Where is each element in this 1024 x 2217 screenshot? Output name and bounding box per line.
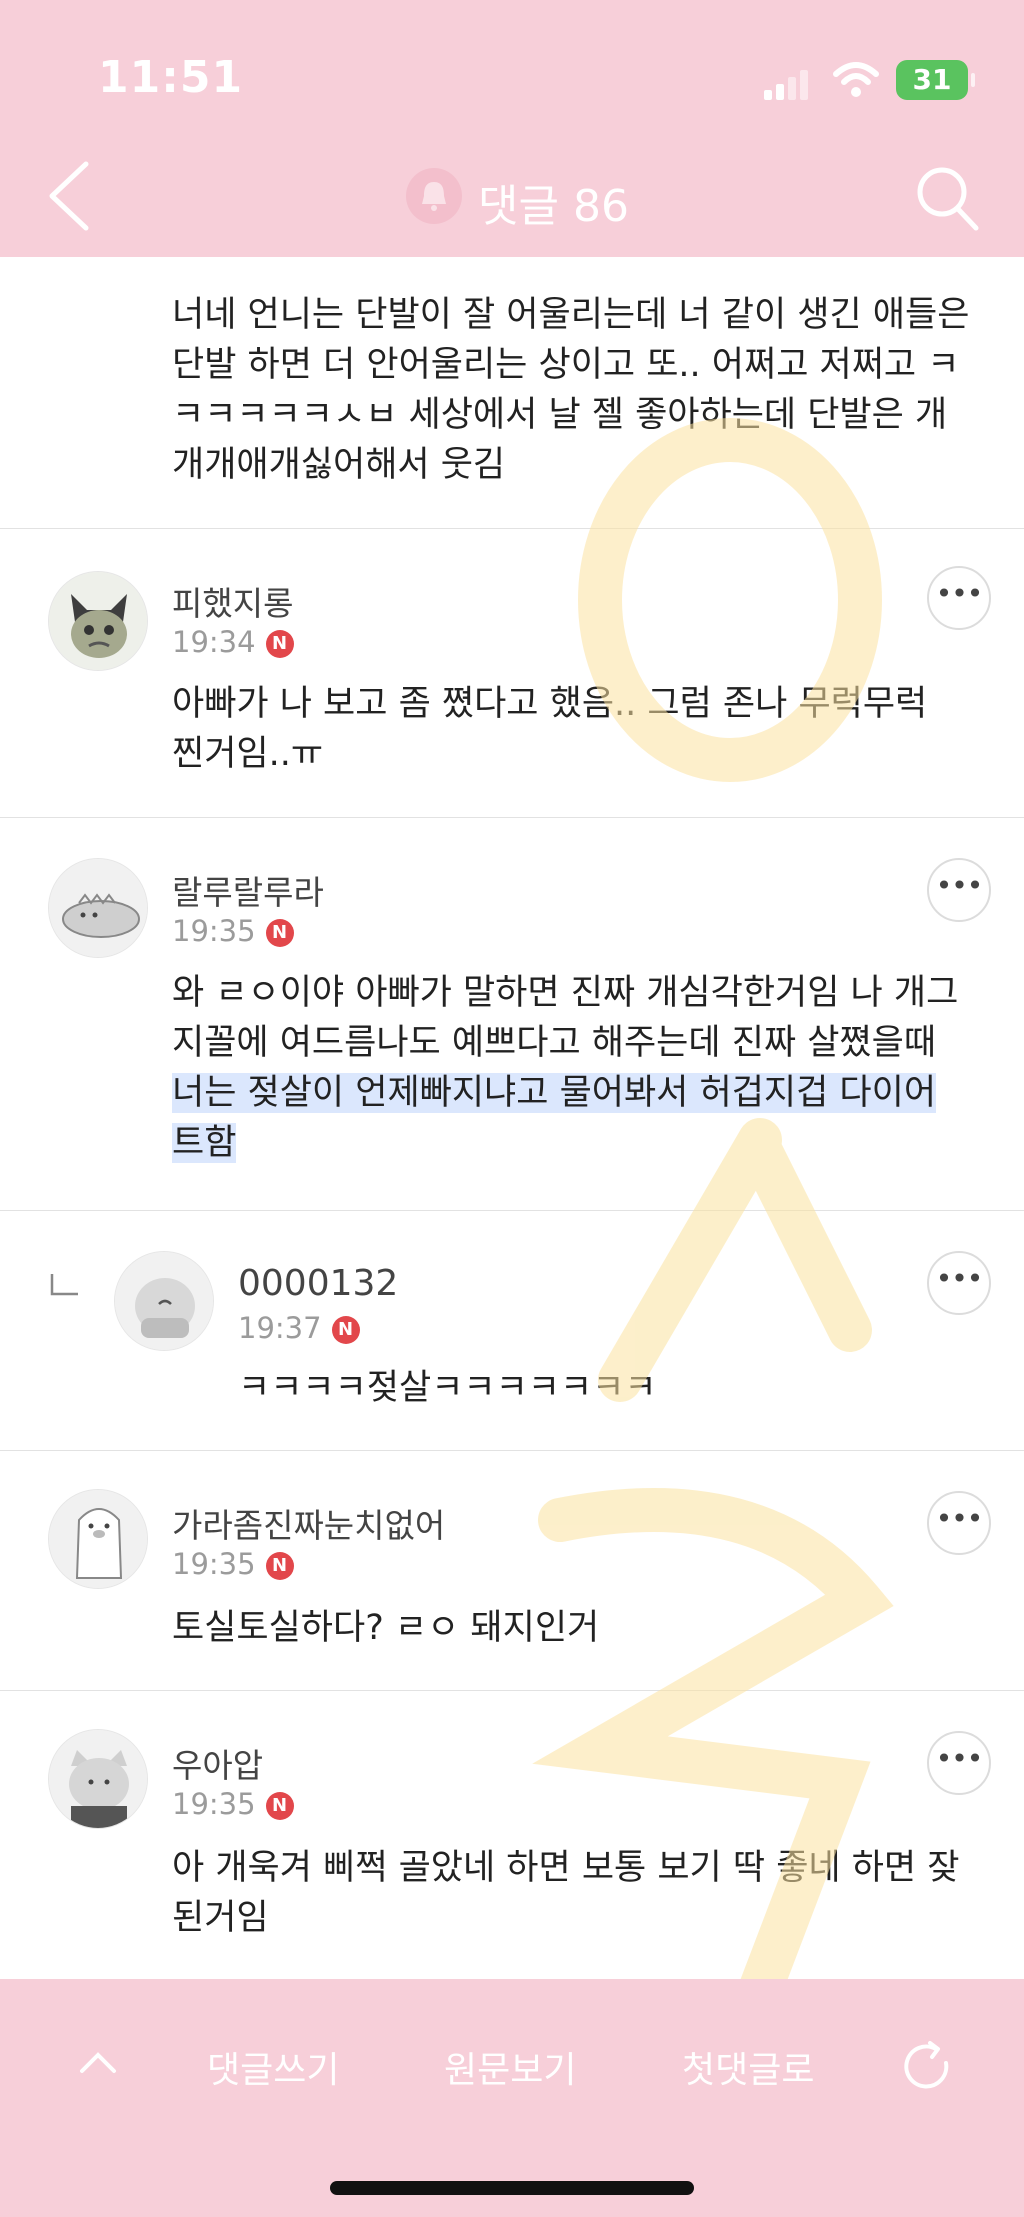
write-comment-button[interactable]: 댓글쓰기 — [207, 2041, 339, 2093]
refresh-icon[interactable] — [900, 2039, 956, 2095]
comment-line: 아빠가 나 보고 좀 쪘다고 했음.. 그럼 존나 무럭무럭 — [172, 684, 928, 724]
wifi-icon — [833, 62, 879, 97]
reply-item: 0000132 19:37 N ••• ㅋㅋㅋㅋ젖살ㅋㅋㅋㅋㅋㅋㅋ — [0, 1211, 1024, 1451]
comment-time: 19:35 — [172, 1547, 256, 1581]
new-badge: N — [265, 919, 294, 947]
reply-indicator-icon — [50, 1274, 78, 1296]
comment-line: 찐거임..ㅠ — [172, 734, 324, 774]
highlighted-text: 트함 — [172, 1123, 237, 1163]
more-options-button[interactable]: ••• — [927, 1731, 991, 1795]
comment-body-text: 와 ㄹㅇ이야 아빠가 말하면 진짜 개심각한거임 나 개그 지꼴에 여드름나도 … — [172, 968, 958, 1168]
comment-author[interactable]: 가라좀진짜눈치없어 — [172, 1499, 445, 1547]
search-icon[interactable] — [910, 162, 982, 234]
comment-meta: 19:35 N — [172, 914, 294, 948]
comment-item: 우아압 19:35 N ••• 아 개욱겨 삐쩍 골았네 하면 보통 보기 딱 좋… — [0, 1691, 1024, 1979]
new-badge: N — [331, 1316, 360, 1344]
comment-list: 너네 언니는 단발이 잘 어울리는데 너 같이 생긴 애들은 단발 하면 더 안… — [0, 257, 1024, 529]
comment-line: 너는 젖살이 언제빠지냐고 물어봐서 허겁지겁 다이어 — [172, 1068, 958, 1118]
home-indicator[interactable] — [330, 2181, 694, 2195]
avatar[interactable] — [114, 1251, 214, 1351]
avatar[interactable] — [48, 1729, 148, 1829]
comment-body-text: 아 개욱겨 삐쩍 골았네 하면 보통 보기 딱 좋네 하면 잦 된거임 — [172, 1843, 959, 1943]
more-options-button[interactable]: ••• — [927, 1491, 991, 1555]
avatar[interactable] — [48, 1489, 148, 1589]
more-options-button[interactable]: ••• — [927, 1251, 991, 1315]
comment-author[interactable]: 0000132 — [238, 1263, 398, 1304]
comment-body-text: ㅋㅋㅋㅋ젖살ㅋㅋㅋㅋㅋㅋㅋ — [238, 1363, 657, 1413]
comment-line: 와 ㄹㅇ이야 아빠가 말하면 진짜 개심각한거임 나 개그 — [172, 973, 959, 1013]
scroll-top-icon[interactable] — [78, 2051, 118, 2075]
comment-line: 트함 — [172, 1118, 958, 1168]
comment-author[interactable]: 우아압 — [172, 1739, 263, 1787]
comment-item: 랄루랄루라 19:35 N ••• 와 ㄹㅇ이야 아빠가 말하면 진짜 개심각한거… — [0, 818, 1024, 1211]
comment-line: 아 개욱겨 삐쩍 골았네 하면 보통 보기 딱 좋네 하면 잦 — [172, 1848, 960, 1888]
back-button[interactable] — [40, 158, 100, 234]
comment-item: 가라좀진짜눈치없어 19:35 N ••• 토실토실하다? ㄹㅇ 돼지인거 — [0, 1451, 1024, 1691]
cellular-signal-icon — [764, 70, 808, 100]
avatar[interactable] — [48, 571, 148, 671]
comment-author[interactable]: 피했지롱 — [172, 577, 293, 625]
view-original-button[interactable]: 원문보기 — [444, 2041, 576, 2093]
more-options-button[interactable]: ••• — [927, 566, 991, 630]
new-badge: N — [265, 1792, 294, 1820]
comment-meta: 19:35 N — [172, 1787, 294, 1821]
page-title: 댓글 86 — [478, 181, 629, 232]
comment-author[interactable]: 랄루랄루라 — [172, 866, 324, 914]
comment-item: 피했지롱 19:34 N ••• 아빠가 나 보고 좀 쪘다고 했음.. 그럼 존… — [0, 527, 1024, 818]
first-comment-button[interactable]: 첫댓글로 — [682, 2041, 814, 2093]
bell-icon[interactable] — [406, 168, 462, 224]
status-time: 11:51 — [98, 52, 244, 103]
comment-time: 19:35 — [172, 1787, 256, 1821]
comment-body-text: 아빠가 나 보고 좀 쪘다고 했음.. 그럼 존나 무럭무럭 찐거임..ㅠ — [172, 679, 927, 779]
comment-time: 19:34 — [172, 625, 256, 659]
more-options-button[interactable]: ••• — [927, 858, 991, 922]
comment-body-text: 토실토실하다? ㄹㅇ 돼지인거 — [172, 1603, 599, 1653]
comment-body-text: 너네 언니는 단발이 잘 어울리는데 너 같이 생긴 애들은 단발 하면 더 안… — [0, 257, 1024, 529]
highlighted-text: 너는 젖살이 언제빠지냐고 물어봐서 허겁지겁 다이어 — [172, 1073, 937, 1113]
top-header: 11:51 31 댓글 86 — [0, 0, 1024, 257]
comment-time: 19:37 — [238, 1311, 322, 1345]
comment-time: 19:35 — [172, 914, 256, 948]
comment-line: ㅋㅋㅋㅋ젖살ㅋㅋㅋㅋㅋㅋㅋ — [238, 1368, 657, 1408]
comment-meta: 19:35 N — [172, 1547, 294, 1581]
new-badge: N — [265, 630, 294, 658]
comment-line: 토실토실하다? ㄹㅇ 돼지인거 — [172, 1608, 600, 1648]
comment-line: 된거임 — [172, 1898, 269, 1938]
comment-meta: 19:34 N — [172, 625, 294, 659]
comment-meta: 19:37 N — [238, 1311, 360, 1345]
new-badge: N — [265, 1552, 294, 1580]
comment-line: 지꼴에 여드름나도 예쁘다고 해주는데 진짜 살쪘을때 — [172, 1023, 937, 1063]
battery-indicator: 31 — [896, 60, 975, 100]
avatar[interactable] — [48, 858, 148, 958]
